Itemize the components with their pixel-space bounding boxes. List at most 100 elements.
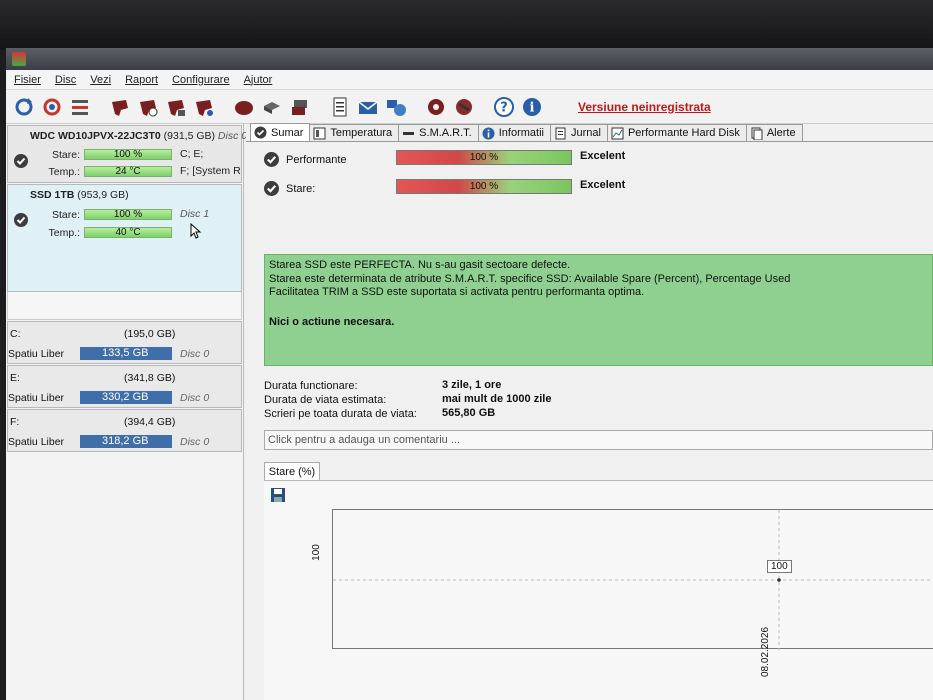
notes-icon[interactable] [328, 95, 352, 119]
stare-bar: 100 % [84, 209, 172, 220]
volume-disc: Disc 0 [180, 392, 210, 404]
app-window: Fisier Disc Vezi Raport Configurare Ajut… [6, 48, 933, 700]
point-label: 100 [767, 560, 792, 573]
free-bar: 318,2 GB [80, 435, 172, 448]
disk-panel: WDC WD10JPVX-22JC3T0 (931,5 GB) Disc 0 S… [6, 124, 247, 700]
unregistered-link[interactable]: Versiune neinregistrata [578, 100, 711, 114]
menu-disc[interactable]: Disc [55, 74, 76, 86]
volume-item-f[interactable]: F: (394,4 GB) Spatiu Liber 318,2 GB Disc… [7, 409, 242, 452]
disk-item-hdd[interactable]: WDC WD10JPVX-22JC3T0 (931,5 GB) Disc 0 S… [7, 125, 247, 183]
menu-bar: Fisier Disc Vezi Raport Configurare Ajut… [6, 70, 933, 90]
stare-bar: 100 % [396, 179, 572, 194]
hdd-grey-icon[interactable] [260, 95, 284, 119]
drive-info-icon[interactable] [164, 95, 188, 119]
disk-list-spacer [7, 292, 242, 320]
alert-icon [750, 127, 763, 140]
tab-smart[interactable]: S.M.A.R.T. [398, 124, 479, 141]
volume-letter: E: [10, 372, 20, 384]
tab-stare-graph[interactable]: Stare (%) [264, 462, 320, 481]
tab-alerte[interactable]: Alerte [745, 124, 803, 141]
gear-red-icon[interactable] [452, 95, 476, 119]
toolbar: ? i Versiune neinregistrata [6, 90, 933, 124]
menu-ajutor[interactable]: Ajutor [244, 74, 273, 86]
volume-size: (195,0 GB) [124, 328, 176, 340]
status-ok-icon [264, 181, 279, 196]
menu-raport[interactable]: Raport [125, 74, 158, 86]
temp-bar: 40 °C [84, 227, 172, 238]
perf-label: Performante [286, 154, 347, 166]
tab-sumar[interactable]: Sumar [250, 123, 311, 141]
help-icon[interactable]: ? [492, 95, 516, 119]
drive-clock-icon[interactable] [136, 95, 160, 119]
disk-title: WDC WD10JPVX-22JC3T0 (931,5 GB) Disc 0 [30, 130, 248, 142]
info-label: Scrieri pe toata durata de viata: [264, 408, 417, 420]
volume-disc: Disc 0 [180, 348, 210, 360]
tab-performante[interactable]: Performante Hard Disk [606, 124, 747, 141]
refresh-alt-icon[interactable] [40, 95, 64, 119]
info-icon[interactable]: i [520, 95, 544, 119]
monitor-bezel [0, 0, 933, 50]
tab-informatii[interactable]: Informatii [477, 124, 551, 141]
menu-vezi[interactable]: Vezi [90, 74, 111, 86]
comment-field[interactable]: Click pentru a adauga un comentariu ... [264, 430, 933, 450]
list-icon[interactable] [68, 95, 92, 119]
free-label: Spatiu Liber [8, 436, 65, 448]
status-ok-icon [14, 213, 28, 227]
chart-plot: 100 [332, 509, 933, 650]
free-label: Spatiu Liber [8, 392, 65, 404]
chart-icon [611, 127, 624, 140]
title-bar [6, 48, 933, 70]
stare-rating: Excelent [580, 179, 626, 191]
free-bar: 133,5 GB [80, 347, 172, 360]
info-label: Durata de viata estimata: [264, 394, 387, 406]
gear-icon[interactable] [424, 95, 448, 119]
network-icon[interactable] [384, 95, 408, 119]
svg-text:i: i [530, 100, 535, 115]
drive-config-icon[interactable] [192, 95, 216, 119]
volume-item-c[interactable]: C: (195,0 GB) Spatiu Liber 133,5 GB Disc… [7, 321, 242, 364]
journal-icon [554, 127, 567, 140]
cursor-icon [190, 223, 202, 239]
volume-disc: Disc 0 [180, 436, 210, 448]
stare-bar: 100 % [84, 149, 172, 160]
status-message: Starea SSD este PERFECTA. Nu s-au gasit … [264, 254, 933, 366]
action-text: Nici o actiune necesara. [269, 315, 395, 328]
menu-configurare[interactable]: Configurare [172, 74, 229, 86]
status-ok-icon [264, 152, 279, 167]
info-value: mai mult de 1000 zile [442, 393, 552, 405]
hdd-stack-icon[interactable] [288, 95, 312, 119]
disc-label: Disc 1 [180, 208, 210, 220]
thermometer-icon [313, 127, 326, 140]
save-icon[interactable] [270, 487, 286, 503]
partitions-extra: F; [System R [180, 165, 241, 177]
svg-text:?: ? [500, 100, 508, 115]
y-axis-label: 100 [310, 544, 322, 561]
dash-icon [402, 127, 415, 140]
info-value: 3 zile, 1 ore [442, 379, 502, 391]
tab-bar: Sumar Temperatura S.M.A.R.T. Informatii … [246, 123, 933, 142]
status-ok-icon [14, 154, 28, 168]
hdd-icon[interactable] [232, 95, 256, 119]
partitions: C; E; [180, 148, 204, 160]
tab-jurnal[interactable]: Jurnal [549, 124, 608, 141]
volume-item-e[interactable]: E: (341,8 GB) Spatiu Liber 330,2 GB Disc… [7, 365, 242, 408]
temp-label: Temp.: [48, 166, 80, 178]
info-value: 565,80 GB [442, 407, 496, 419]
drive-icon[interactable] [108, 95, 132, 119]
stare-label: Stare: [286, 183, 316, 195]
graph-area: 100 100 08.02.2026 [264, 480, 933, 700]
stare-label: Stare: [51, 149, 80, 161]
menu-fisier[interactable]: Fisier [14, 74, 41, 86]
temp-label: Temp.: [48, 227, 80, 239]
refresh-icon[interactable] [12, 95, 36, 119]
temp-bar: 24 °C [84, 166, 172, 177]
tab-temperatura[interactable]: Temperatura [309, 124, 400, 141]
perf-rating: Excelent [580, 150, 626, 162]
info-icon [482, 127, 495, 140]
app-icon [12, 52, 26, 66]
chart-svg [333, 510, 933, 650]
mail-icon[interactable] [356, 95, 380, 119]
check-icon [254, 126, 267, 139]
disk-item-ssd[interactable]: SSD 1TB (953,9 GB) Stare: 100 % Disc 1 T… [7, 184, 242, 292]
volume-letter: F: [10, 416, 20, 428]
